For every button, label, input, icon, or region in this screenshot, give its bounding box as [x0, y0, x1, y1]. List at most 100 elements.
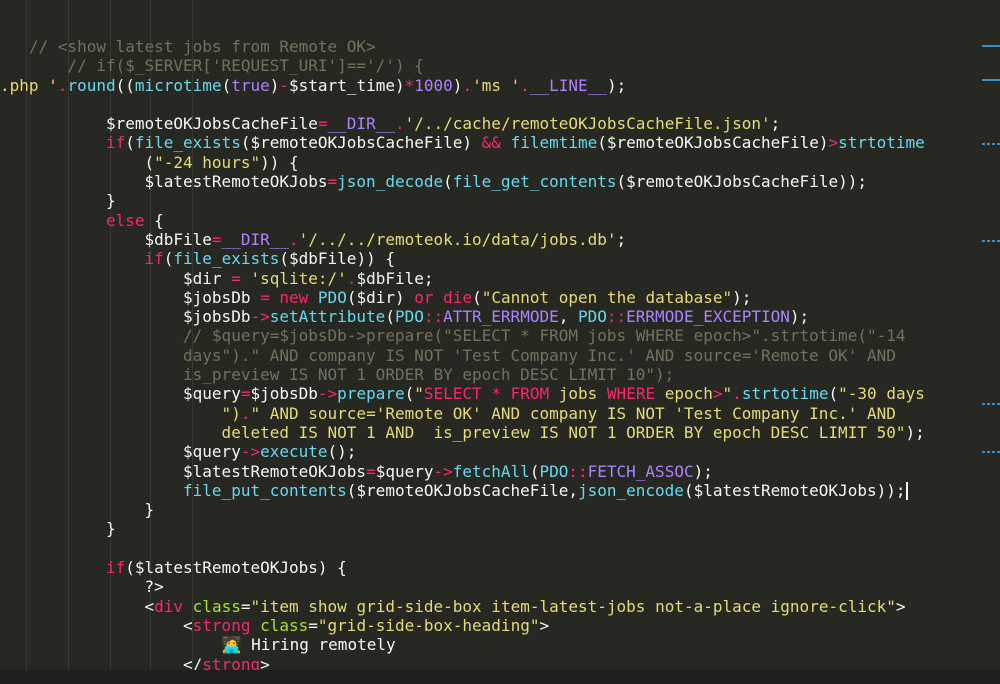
code-line[interactable]: $query->execute(); — [0, 442, 925, 461]
code-line[interactable]: // if($_SERVER['REQUEST_URI']=='/') { — [0, 56, 925, 75]
code-token-keyword: if — [0, 558, 126, 578]
code-token-keyword: div — [154, 596, 184, 616]
code-token-keyword: = — [260, 287, 270, 307]
code-token-string: deleted IS NOT 1 AND is_preview IS NOT 1… — [0, 422, 906, 442]
code-token-plain: ($remoteOKJobsCacheFile) — [240, 133, 482, 153]
code-line[interactable]: file_put_contents($remoteOKJobsCacheFile… — [0, 481, 925, 500]
code-token-plain: ( — [828, 384, 839, 404]
code-line[interactable]: ?> — [0, 577, 925, 596]
code-token-plain: 🧑‍💻 Hiring remotely — [0, 635, 396, 655]
code-token-plain: )) { — [260, 152, 299, 172]
code-token-string: '/../../remoteok.io/data/jobs.db' — [298, 229, 617, 249]
code-line[interactable]: $dir = 'sqlite:/'.$dbFile; — [0, 269, 925, 288]
code-token-constant: __DIR__ — [221, 229, 289, 249]
code-editor[interactable]: // <show latest jobs from Remote OK> // … — [0, 0, 1000, 684]
code-token-string: .php ' — [0, 75, 58, 95]
code-token-function: json_decode — [337, 172, 444, 192]
code-area[interactable]: // <show latest jobs from Remote OK> // … — [0, 37, 925, 674]
code-line[interactable]: .php '.round((microtime(true)-$start_tim… — [0, 76, 925, 95]
code-token-function: round — [67, 75, 116, 95]
code-token-string: "-24 hours" — [154, 152, 261, 172]
code-token-keyword: or — [414, 287, 434, 307]
code-line[interactable]: else { — [0, 211, 925, 230]
code-token-plain: > — [895, 596, 906, 616]
code-token-plain: ( — [385, 307, 395, 327]
minimap-marker — [982, 45, 1000, 47]
code-token-keyword: > — [828, 133, 839, 153]
code-token-function: file_put_contents — [0, 480, 347, 500]
code-line[interactable]: ("-24 hours")) { — [0, 153, 925, 172]
code-token-function: PDO — [317, 287, 347, 307]
code-token-keyword: = — [211, 229, 222, 249]
code-line[interactable]: 🧑‍💻 Hiring remotely — [0, 635, 925, 654]
code-token-plain: ); — [789, 307, 810, 327]
horizontal-scrollbar[interactable] — [0, 670, 1000, 684]
code-line[interactable]: } — [0, 191, 925, 210]
code-line[interactable]: days")." AND company IS NOT 'Test Compan… — [0, 346, 925, 365]
code-token-plain: ( — [404, 384, 415, 404]
code-line[interactable]: $query=$jobsDb->prepare("SELECT * FROM j… — [0, 384, 925, 403]
code-line[interactable]: $jobsDb->setAttribute(PDO::ATTR_ERRMODE,… — [0, 307, 925, 326]
code-token-plain: $jobsDb — [250, 384, 318, 404]
code-token-constant: ERRMODE_EXCEPTION — [626, 307, 790, 327]
code-line[interactable] — [0, 539, 925, 558]
code-line[interactable] — [0, 95, 925, 114]
code-token-plain: $remoteOKJobsCacheFile — [0, 114, 318, 134]
code-token-function: PDO — [577, 307, 607, 327]
code-token-keyword: die — [443, 287, 473, 307]
code-token-keyword: - — [279, 75, 290, 95]
code-token-constant: ATTR_ERRMODE — [443, 307, 559, 327]
code-token-plain: } — [0, 191, 116, 211]
code-line[interactable]: $jobsDb = new PDO($dir) or die("Cannot o… — [0, 288, 925, 307]
code-token-keyword: * — [404, 75, 415, 95]
code-line[interactable]: // <show latest jobs from Remote OK> — [0, 37, 925, 56]
code-token-attribute: class — [192, 596, 241, 616]
code-token-plain: = — [308, 615, 318, 635]
code-token-plain: $latestRemoteOKJobs — [0, 172, 328, 192]
code-line[interactable]: // $query=$jobsDb->prepare("SELECT * FRO… — [0, 326, 925, 345]
code-line[interactable]: $latestRemoteOKJobs=$query->fetchAll(PDO… — [0, 462, 925, 481]
code-line[interactable]: if($latestRemoteOKJobs) { — [0, 558, 925, 577]
code-line[interactable]: <div class="item show grid-side-box item… — [0, 597, 925, 616]
code-token-plain: ($remoteOKJobsCacheFile)); — [616, 172, 867, 192]
code-token-string: "grid-side-box-heading" — [317, 615, 540, 635]
code-line[interactable]: ")." AND source='Remote OK' AND company … — [0, 404, 925, 423]
code-token-function: file_exists — [173, 249, 280, 269]
code-line[interactable]: deleted IS NOT 1 AND is_preview IS NOT 1… — [0, 423, 925, 442]
code-token-keyword: && — [481, 133, 501, 153]
code-token-plain: ( — [0, 152, 155, 172]
code-line[interactable]: <strong class="grid-side-box-heading"> — [0, 616, 925, 635]
code-token-plain: ($remoteOKJobsCacheFile) — [597, 133, 829, 153]
code-line[interactable]: if(file_exists($remoteOKJobsCacheFile) &… — [0, 133, 925, 152]
code-token-plain: (( — [115, 75, 135, 95]
code-token-string: jobs — [549, 384, 607, 404]
code-token-plain: $query — [0, 384, 241, 404]
code-token-plain: { — [144, 210, 164, 230]
code-token-keyword: :: — [423, 307, 444, 327]
code-token-keyword: SELECT * FROM — [423, 384, 550, 404]
code-line[interactable]: $remoteOKJobsCacheFile=__DIR__.'/../cach… — [0, 114, 925, 133]
code-line[interactable]: $dbFile=__DIR__.'/../../remoteok.io/data… — [0, 230, 925, 249]
code-token-function: setAttribute — [269, 307, 386, 327]
code-line[interactable]: } — [0, 519, 925, 538]
code-token-comment: days")." AND company IS NOT 'Test Compan… — [0, 345, 896, 365]
code-token-plain: < — [0, 596, 155, 616]
code-token-plain: ( — [529, 461, 540, 481]
code-token-plain: ($dbFile)) { — [279, 249, 395, 269]
code-line[interactable]: if(file_exists($dbFile)) { — [0, 249, 925, 268]
code-line[interactable]: } — [0, 500, 925, 519]
code-token-string: " — [414, 384, 424, 404]
code-token-function: PDO — [394, 307, 424, 327]
code-token-keyword: new — [279, 287, 309, 307]
code-token-string: epoch — [655, 384, 713, 404]
code-token-plain: $query — [375, 461, 434, 481]
code-line[interactable]: $latestRemoteOKJobs=json_decode(file_get… — [0, 172, 925, 191]
code-token-plain: ; — [770, 114, 781, 134]
code-token-string: " AND source='Remote OK' AND company IS … — [250, 403, 896, 423]
code-token-keyword: . — [732, 384, 742, 404]
code-line[interactable]: is_preview IS NOT 1 ORDER BY epoch DESC … — [0, 365, 925, 384]
code-token-keyword: -> — [250, 307, 270, 327]
code-token-function: execute — [260, 442, 328, 462]
minimap-marker — [982, 451, 1000, 453]
code-token-constant: 1000 — [414, 75, 453, 95]
